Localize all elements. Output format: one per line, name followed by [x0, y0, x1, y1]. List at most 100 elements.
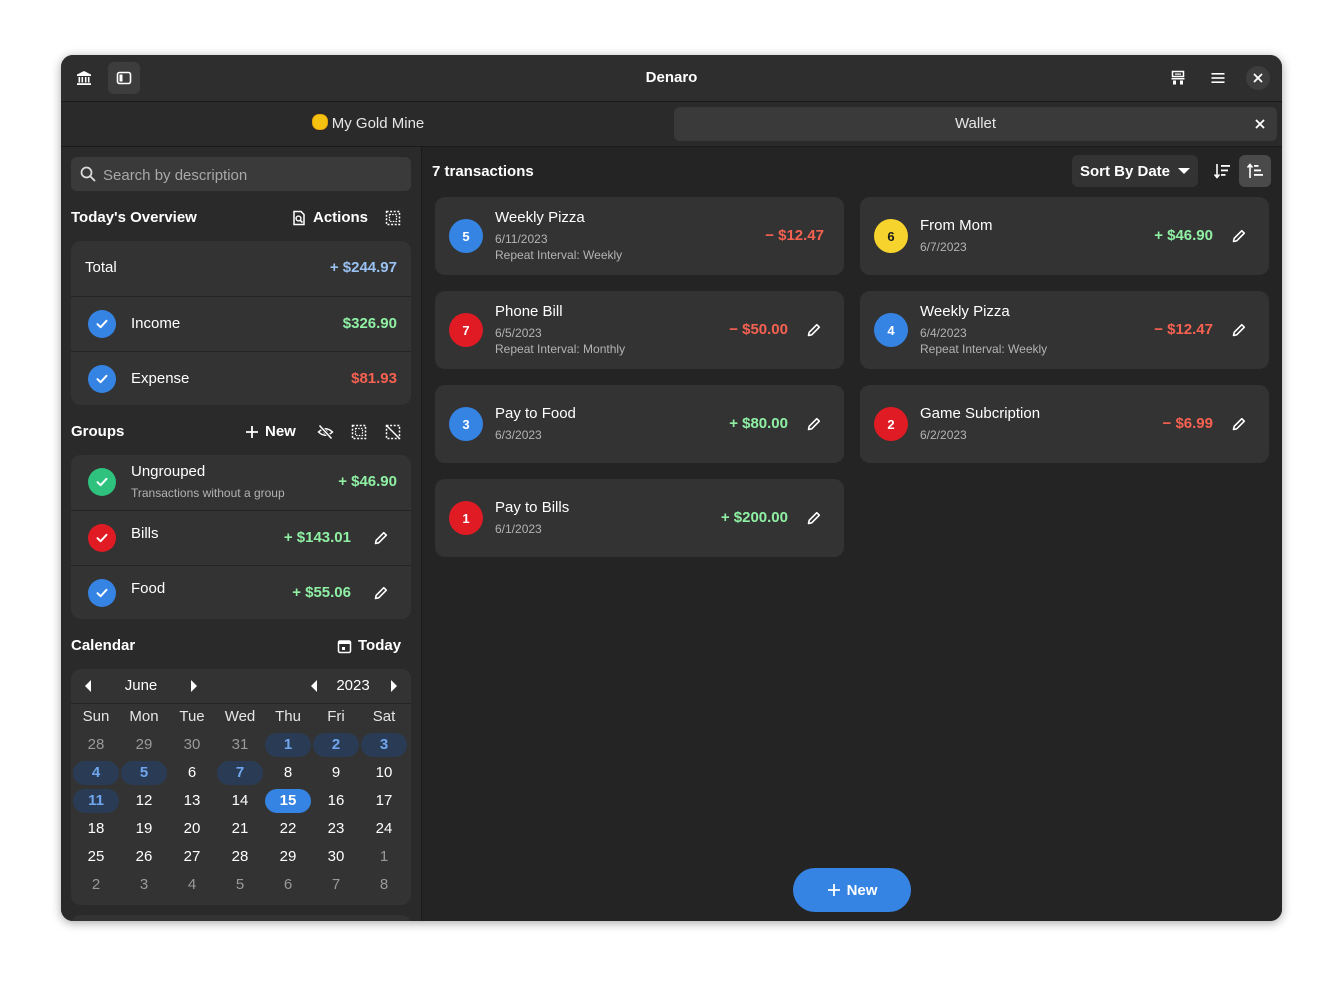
calendar-day[interactable]: 2	[73, 873, 119, 897]
window-close-button[interactable]	[1246, 66, 1270, 90]
calendar-day[interactable]: 21	[217, 817, 263, 841]
calendar-day[interactable]: 3	[121, 873, 167, 897]
group-name: Ungrouped	[131, 463, 206, 480]
edit-group-button[interactable]	[371, 511, 391, 565]
transaction-card[interactable]: 2 Game Subcription 6/2/2023 − $6.99	[860, 385, 1269, 463]
transaction-date: 6/2/2023	[920, 428, 967, 442]
calendar-day[interactable]: 24	[361, 817, 407, 841]
sort-ascending-button[interactable]	[1239, 155, 1271, 187]
calendar-day[interactable]: 13	[169, 789, 215, 813]
main-menu-button[interactable]	[1202, 62, 1234, 94]
group-checkbox[interactable]	[88, 524, 116, 552]
new-group-button[interactable]: New	[245, 417, 296, 447]
deselect-all-groups-button[interactable]	[385, 417, 401, 447]
calendar-day[interactable]: 28	[217, 845, 263, 869]
today-button[interactable]: Today	[337, 631, 401, 661]
prev-month-button[interactable]	[81, 679, 95, 693]
edit-transaction-button[interactable]	[1229, 414, 1249, 434]
calendar-day[interactable]: 17	[361, 789, 407, 813]
sort-descending-button[interactable]	[1206, 155, 1238, 187]
calendar-day[interactable]: 12	[121, 789, 167, 813]
calendar-day[interactable]: 27	[169, 845, 215, 869]
transaction-card[interactable]: 3 Pay to Food 6/3/2023 + $80.00	[435, 385, 844, 463]
sort-dropdown[interactable]: Sort By Date	[1072, 155, 1198, 187]
calendar-day[interactable]: 16	[313, 789, 359, 813]
calendar-day[interactable]: 19	[121, 817, 167, 841]
calendar-day[interactable]: 5	[217, 873, 263, 897]
calendar-day[interactable]: 23	[313, 817, 359, 841]
edit-transaction-button[interactable]	[804, 508, 824, 528]
calendar-day[interactable]: 29	[265, 845, 311, 869]
calendar-day[interactable]: 28	[73, 733, 119, 757]
calendar-day[interactable]: 11	[73, 789, 119, 813]
calendar-day[interactable]: 1	[361, 845, 407, 869]
transaction-card[interactable]: 7 Phone Bill 6/5/2023 Repeat Interval: Mont…	[435, 291, 844, 369]
group-checkbox[interactable]	[88, 468, 116, 496]
edit-group-button[interactable]	[371, 566, 391, 619]
arrow-right-icon	[191, 680, 197, 692]
calendar-day[interactable]: 4	[169, 873, 215, 897]
transaction-card[interactable]: 1 Pay to Bills 6/1/2023 + $200.00	[435, 479, 844, 557]
calendar-day[interactable]: 31	[217, 733, 263, 757]
edit-transaction-button[interactable]	[804, 414, 824, 434]
overview-card: Total + $244.97 Income $326.90 Expense $…	[71, 241, 411, 405]
new-transaction-button[interactable]: New	[793, 868, 911, 912]
calendar-day[interactable]: 7	[313, 873, 359, 897]
calendar-day[interactable]: 9	[313, 761, 359, 785]
tab-my-gold-mine[interactable]: My Gold Mine	[66, 107, 670, 141]
calendar-day[interactable]: 22	[265, 817, 311, 841]
prev-year-button[interactable]	[307, 679, 321, 693]
next-year-button[interactable]	[387, 679, 401, 693]
edit-transaction-button[interactable]	[804, 320, 824, 340]
overview-expense-row[interactable]: Expense $81.93	[71, 351, 411, 405]
reports-button[interactable]	[1162, 62, 1194, 94]
calendar-day[interactable]: 18	[73, 817, 119, 841]
income-checkbox[interactable]	[88, 310, 116, 338]
search-input[interactable]	[101, 157, 405, 193]
edit-transaction-button[interactable]	[1229, 320, 1249, 340]
edit-transaction-button[interactable]	[1229, 226, 1249, 246]
calendar-day[interactable]: 4	[73, 761, 119, 785]
calendar-day[interactable]: 30	[169, 733, 215, 757]
new-transaction-label: New	[846, 881, 878, 899]
groups-card: Ungrouped Transactions without a group +…	[71, 455, 411, 619]
transaction-id-badge: 5	[449, 219, 483, 253]
calendar-day[interactable]: 14	[217, 789, 263, 813]
transaction-name: Weekly Pizza	[920, 303, 1010, 320]
transaction-card[interactable]: 6 From Mom 6/7/2023 + $46.90	[860, 197, 1269, 275]
pencil-icon	[374, 531, 388, 545]
group-row-bills[interactable]: Bills + $143.01	[71, 510, 411, 565]
next-month-button[interactable]	[187, 679, 201, 693]
calendar-day[interactable]: 8	[361, 873, 407, 897]
transaction-date: 6/1/2023	[495, 522, 542, 536]
actions-button[interactable]: Actions	[291, 203, 368, 233]
calendar-day[interactable]: 2	[313, 733, 359, 757]
calendar-day[interactable]: 26	[121, 845, 167, 869]
calendar-day[interactable]: 30	[313, 845, 359, 869]
calendar-day[interactable]: 10	[361, 761, 407, 785]
select-all-groups-button[interactable]	[351, 417, 367, 447]
calendar-day[interactable]: 1	[265, 733, 311, 757]
calendar-day[interactable]: 6	[169, 761, 215, 785]
select-range-button[interactable]	[385, 203, 401, 233]
calendar-day[interactable]: 29	[121, 733, 167, 757]
tab-wallet[interactable]: Wallet	[674, 107, 1277, 141]
transaction-card[interactable]: 5 Weekly Pizza 6/11/2023 Repeat Interval: W…	[435, 197, 844, 275]
calendar-day[interactable]: 5	[121, 761, 167, 785]
calendar-day[interactable]: 7	[217, 761, 263, 785]
group-row-food[interactable]: Food + $55.06	[71, 565, 411, 619]
expense-checkbox[interactable]	[88, 365, 116, 393]
calendar-day[interactable]: 15	[265, 789, 311, 813]
group-checkbox[interactable]	[88, 579, 116, 607]
tab-close-button[interactable]	[1253, 117, 1267, 131]
group-row-ungrouped[interactable]: Ungrouped Transactions without a group +…	[71, 455, 411, 509]
calendar-day[interactable]: 3	[361, 733, 407, 757]
overview-income-row[interactable]: Income $326.90	[71, 296, 411, 351]
calendar-day[interactable]: 6	[265, 873, 311, 897]
transaction-card[interactable]: 4 Weekly Pizza 6/4/2023 Repeat Interval: We…	[860, 291, 1269, 369]
calendar-year: 2023	[336, 677, 370, 694]
calendar-day[interactable]: 25	[73, 845, 119, 869]
calendar-day[interactable]: 20	[169, 817, 215, 841]
toggle-group-visibility-button[interactable]	[317, 417, 334, 447]
calendar-day[interactable]: 8	[265, 761, 311, 785]
